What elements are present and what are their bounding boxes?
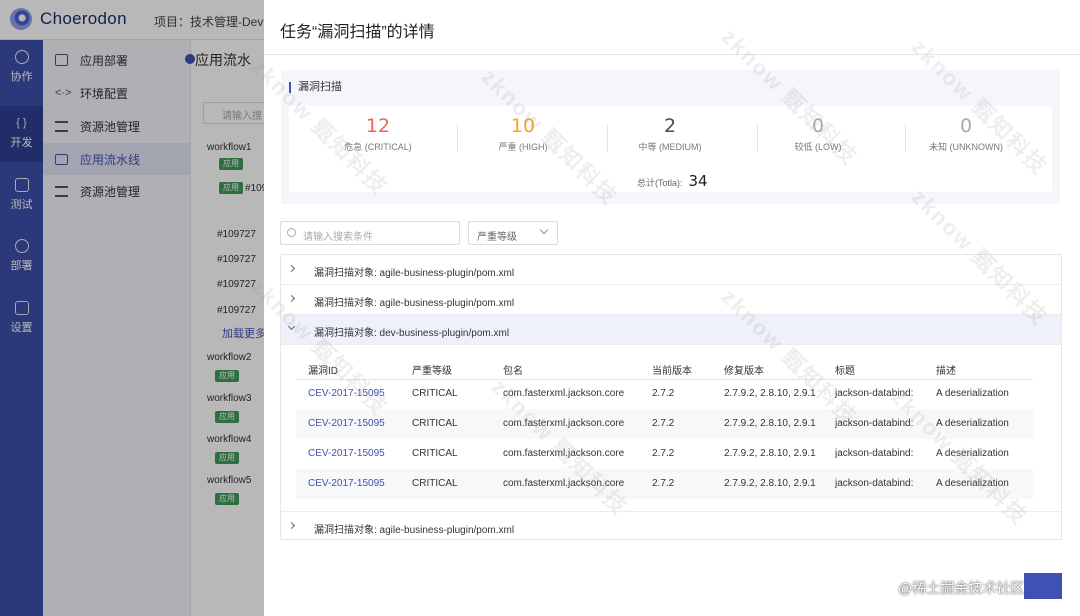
severity-cell: CRITICAL [412,448,458,459]
column-header: 描述 [936,366,956,377]
current-version-cell: 2.7.2 [652,388,675,399]
chevron-right-icon [287,521,296,530]
search-icon [287,228,296,237]
stat-low: 0 较低 (LOW) [744,114,892,153]
severity-stats: 12 危急 (CRITICAL) 10 严重 (HIGH) 2 中等 (MEDI… [289,106,1052,192]
panel-label: 漏洞扫描对象: agile-business-plugin/pom.xml [314,525,515,536]
package-cell: com.fasterxml.jackson.core [503,388,625,399]
vulnerability-id-link[interactable]: CEV-2017-15095 [308,388,385,399]
stat-value: 12 [365,115,391,137]
total-label: 总计(Totla): [637,178,683,188]
description-cell: A deserialization [936,448,1009,459]
title-cell: jackson-databind: [835,478,914,489]
vulnerability-search-input[interactable]: 请输入搜索条件 [280,221,460,245]
table-row: CEV-2017-15095 CRITICAL com.fasterxml.ja… [296,409,1033,439]
stat-high: 10 严重 (HIGH) [449,114,597,153]
vulnerability-id-link[interactable]: CEV-2017-15095 [308,478,385,489]
column-header: 漏洞ID [308,366,338,377]
stat-critical: 12 危急 (CRITICAL) [304,114,452,153]
chevron-down-icon [287,322,296,331]
fixed-version-cell: 2.7.9.2, 2.8.10, 2.9.1 [724,418,816,429]
table-row: CEV-2017-15095 CRITICAL com.fasterxml.ja… [296,439,1033,469]
stat-label: 中等 (MEDIUM) [638,142,702,152]
package-cell: com.fasterxml.jackson.core [503,418,625,429]
column-header: 修复版本 [724,366,764,377]
divider [264,54,1080,55]
community-badge-bg [1024,573,1062,599]
collapse-panel-header-expanded[interactable]: 漏洞扫描对象: dev-business-plugin/pom.xml [281,315,1061,345]
description-cell: A deserialization [936,418,1009,429]
description-cell: A deserialization [936,478,1009,489]
column-header: 包名 [503,366,523,377]
severity-cell: CRITICAL [412,418,458,429]
current-version-cell: 2.7.2 [652,448,675,459]
stat-label: 危急 (CRITICAL) [344,142,412,152]
stat-value: 0 [959,115,973,137]
fixed-version-cell: 2.7.9.2, 2.8.10, 2.9.1 [724,388,816,399]
table-header: 漏洞ID 严重等级 包名 当前版本 修复版本 标题 描述 [296,354,1033,380]
stat-label: 较低 (LOW) [794,142,842,152]
vulnerability-id-link[interactable]: CEV-2017-15095 [308,448,385,459]
total-value: 34 [688,172,708,190]
fixed-version-cell: 2.7.9.2, 2.8.10, 2.9.1 [724,478,816,489]
chevron-right-icon [287,294,296,303]
title-cell: jackson-databind: [835,418,914,429]
panel-label: 漏洞扫描对象: agile-business-plugin/pom.xml [314,298,515,309]
stat-medium: 2 中等 (MEDIUM) [596,114,744,153]
column-header: 当前版本 [652,366,692,377]
collapse-panel-header[interactable]: 漏洞扫描对象: agile-business-plugin/pom.xml [281,285,1061,315]
stat-label: 未知 (UNKNOWN) [929,142,1003,152]
package-cell: com.fasterxml.jackson.core [503,478,625,489]
description-cell: A deserialization [936,388,1009,399]
stat-unknown: 0 未知 (UNKNOWN) [892,114,1040,153]
chevron-down-icon [539,225,549,235]
title-cell: jackson-databind: [835,388,914,399]
collapse-panel-header[interactable]: 漏洞扫描对象: agile-business-plugin/pom.xml [281,511,1061,541]
chevron-right-icon [287,264,296,273]
stat-value: 10 [510,115,536,137]
collapse-panel-header[interactable]: 漏洞扫描对象: agile-business-plugin/pom.xml [281,255,1061,285]
drawer-title: 任务“漏洞扫描”的详情 [280,24,435,41]
vulnerability-id-link[interactable]: CEV-2017-15095 [308,418,385,429]
current-version-cell: 2.7.2 [652,478,675,489]
stat-value: 0 [811,115,825,137]
table-row: CEV-2017-15095 CRITICAL com.fasterxml.ja… [296,469,1033,499]
total-count: 总计(Totla): 34 [637,172,708,190]
severity-cell: CRITICAL [412,478,458,489]
stat-label: 严重 (HIGH) [498,142,548,152]
stat-value: 2 [663,115,677,137]
current-version-cell: 2.7.2 [652,418,675,429]
column-header: 标题 [835,366,855,377]
severity-level-select[interactable]: 严重等级 [468,221,558,245]
scan-summary-card: 漏洞扫描 12 危急 (CRITICAL) 10 严重 (HIGH) 2 中等 … [281,70,1060,204]
scan-detail-drawer: 任务“漏洞扫描”的详情 漏洞扫描 12 危急 (CRITICAL) 10 严重 … [264,0,1080,616]
card-title: 漏洞扫描 [289,82,342,93]
select-value: 严重等级 [477,232,517,243]
community-watermark: @稀土掘金技术社区 [898,580,1025,596]
severity-cell: CRITICAL [412,388,458,399]
modal-overlay-mask[interactable] [0,0,264,616]
panel-label: 漏洞扫描对象: dev-business-plugin/pom.xml [314,328,510,339]
table-row: CEV-2017-15095 CRITICAL com.fasterxml.ja… [296,379,1033,409]
panel-label: 漏洞扫描对象: agile-business-plugin/pom.xml [314,268,515,279]
fixed-version-cell: 2.7.9.2, 2.8.10, 2.9.1 [724,448,816,459]
search-placeholder: 请输入搜索条件 [303,232,373,243]
column-header: 严重等级 [412,366,452,377]
title-cell: jackson-databind: [835,448,914,459]
package-cell: com.fasterxml.jackson.core [503,448,625,459]
